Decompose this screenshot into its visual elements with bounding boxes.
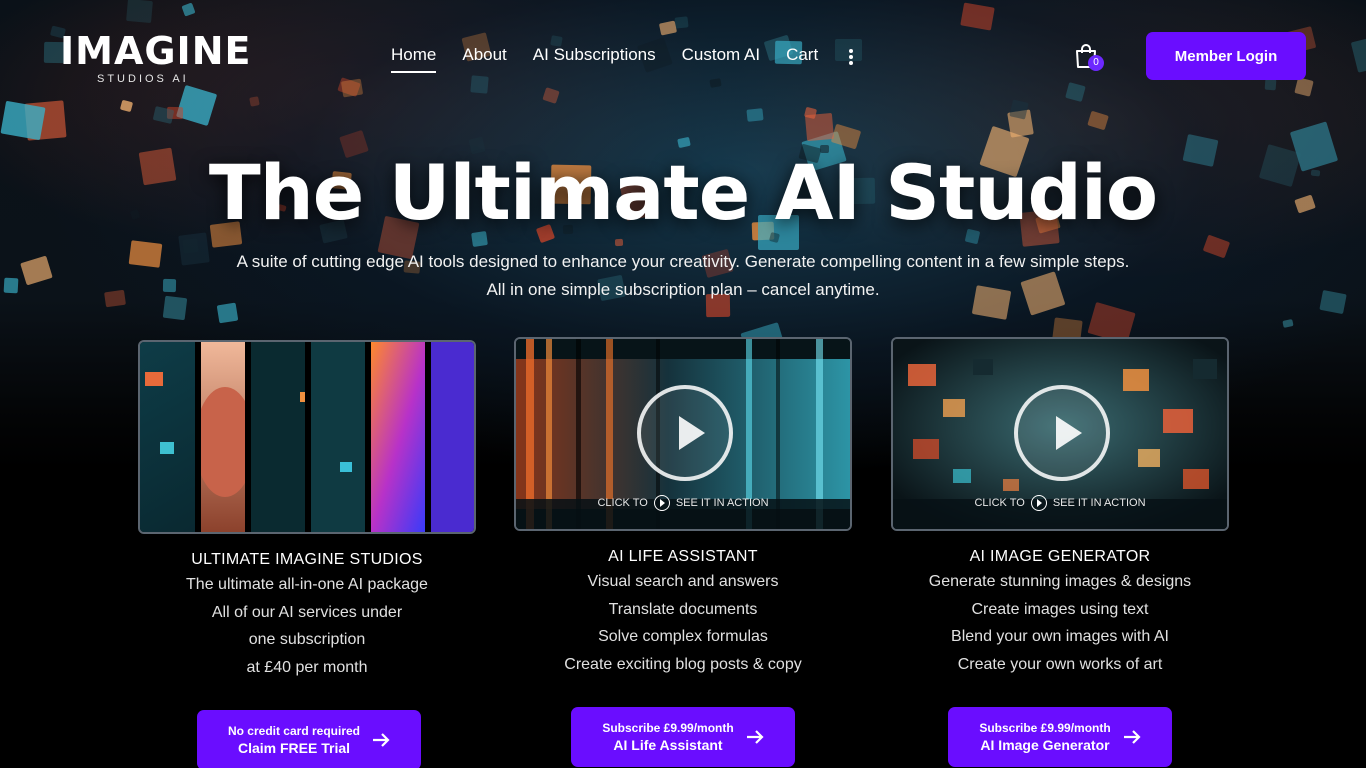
video-thumbnail[interactable]: CLICK TO SEE IT IN ACTION: [514, 337, 852, 531]
background-tile: [175, 85, 218, 127]
background-tile: [1009, 99, 1029, 120]
cta-main-text: AI Image Generator: [980, 736, 1110, 753]
caption-left: CLICK TO: [597, 497, 648, 509]
background-tile: [341, 78, 364, 98]
vertical-dots-icon[interactable]: [848, 49, 854, 65]
card-ultimate-studios: ULTIMATE IMAGINE STUDIOS The ultimate al…: [138, 340, 476, 681]
nav-ai-subscriptions[interactable]: AI Subscriptions: [533, 45, 656, 73]
card-feature: one subscription: [248, 631, 366, 648]
cart-button[interactable]: 0: [1074, 43, 1104, 73]
card-title: AI LIFE ASSISTANT: [608, 548, 758, 565]
background-tile: [126, 0, 153, 24]
background-tile: [542, 87, 560, 105]
card-feature: All of our AI services under: [211, 603, 403, 621]
background-tile: [1350, 34, 1366, 73]
cta-small-text: Subscribe £9.99/month: [979, 720, 1111, 735]
background-tile: [1282, 319, 1294, 329]
video-caption: CLICK TO SEE IT IN ACTION: [516, 495, 850, 511]
card-feature: Create images using text: [971, 600, 1149, 618]
caption-right: SEE IT IN ACTION: [1052, 497, 1146, 509]
background-tile: [1086, 110, 1109, 131]
background-tile: [20, 256, 53, 287]
card-feature: Solve complex formulas: [598, 628, 768, 645]
background-tile: [1294, 77, 1314, 97]
card-feature: Blend your own images with AI: [951, 628, 1169, 645]
card-feature-list: The ultimate all-in-one AI package All o…: [138, 571, 476, 681]
subscribe-life-assistant-button[interactable]: Subscribe £9.99/month AI Life Assistant: [571, 707, 795, 767]
background-tile: [746, 108, 764, 122]
logo[interactable]: IMAGINE STUDIOS AI: [60, 32, 250, 88]
background-tile: [1319, 290, 1347, 315]
video-caption: CLICK TO SEE IT IN ACTION: [893, 495, 1227, 511]
background-tile: [1264, 78, 1277, 91]
claim-free-trial-button[interactable]: No credit card required Claim FREE Trial: [197, 710, 421, 768]
card-title: AI IMAGE GENERATOR: [969, 548, 1151, 565]
background-tile: [470, 75, 490, 95]
caption-right: SEE IT IN ACTION: [675, 497, 769, 509]
background-tile: [3, 277, 19, 294]
background-tile: [163, 295, 188, 320]
card-feature: Generate stunning images & designs: [928, 573, 1192, 590]
card-feature-list: Visual search and answers Translate docu…: [514, 568, 852, 678]
background-tile: [119, 99, 134, 112]
subscribe-image-generator-button[interactable]: Subscribe £9.99/month AI Image Generator: [948, 707, 1172, 767]
background-tile: [677, 137, 691, 149]
nav-cart[interactable]: Cart: [786, 45, 818, 73]
background-tile: [128, 240, 163, 268]
logo-tagline: STUDIOS AI: [97, 73, 189, 85]
background-tile: [658, 20, 678, 36]
main-nav: Home About AI Subscriptions Custom AI Ca…: [391, 45, 844, 73]
cta-main-text: AI Life Assistant: [613, 736, 723, 753]
logo-wordmark: IMAGINE: [60, 29, 252, 73]
arrow-right-icon: [746, 730, 764, 744]
background-tile: [178, 232, 210, 266]
card-title: ULTIMATE IMAGINE STUDIOS: [191, 551, 423, 568]
background-tile: [709, 77, 722, 88]
card-feature-list: Generate stunning images & designs Creat…: [891, 568, 1229, 678]
card-feature: Create your own works of art: [957, 655, 1163, 673]
background-tile: [162, 278, 176, 292]
caption-left: CLICK TO: [974, 497, 1025, 509]
play-button[interactable]: [1014, 385, 1110, 481]
video-thumbnail[interactable]: CLICK TO SEE IT IN ACTION: [891, 337, 1229, 531]
arrow-right-icon: [1123, 730, 1141, 744]
member-login-button[interactable]: Member Login: [1146, 32, 1306, 80]
card-feature: The ultimate all-in-one AI package: [186, 576, 428, 593]
cta-small-text: Subscribe £9.99/month: [602, 720, 734, 735]
ai-collage-image: [140, 342, 474, 532]
nav-about[interactable]: About: [462, 45, 506, 73]
play-circle-icon: [1030, 495, 1047, 511]
background-tile: [674, 16, 689, 29]
background-tile: [216, 302, 238, 323]
background-tile: [1065, 82, 1086, 102]
background-tile: [104, 289, 127, 307]
background-tile: [0, 100, 46, 141]
card-feature: Create exciting blog posts & copy: [564, 655, 802, 673]
card-feature: Visual search and answers: [587, 573, 779, 590]
hero-title: The Ultimate AI Studio: [208, 148, 1158, 237]
card-ai-life-assistant: CLICK TO SEE IT IN ACTION AI LIFE ASSIST…: [514, 337, 852, 678]
nav-custom-ai[interactable]: Custom AI: [682, 45, 760, 73]
cta-small-text: No credit card required: [227, 723, 361, 738]
background-tile: [615, 239, 624, 246]
card-feature: Translate documents: [608, 600, 758, 618]
play-button[interactable]: [637, 385, 733, 481]
play-circle-icon: [653, 495, 670, 511]
background-tile: [248, 96, 259, 108]
arrow-right-icon: [373, 733, 390, 747]
card-image[interactable]: [138, 340, 476, 534]
background-tile: [152, 106, 175, 125]
background-tile: [181, 2, 196, 17]
nav-home[interactable]: Home: [391, 45, 437, 73]
hero-subtitle: A suite of cutting edge AI tools designe…: [236, 252, 1130, 299]
cta-main-text: Claim FREE Trial: [237, 739, 351, 756]
card-ai-image-generator: CLICK TO SEE IT IN ACTION AI IMAGE GENER…: [891, 337, 1229, 678]
background-tile: [960, 2, 995, 31]
card-feature: at £40 per month: [246, 658, 368, 676]
background-tile: [1203, 234, 1231, 259]
cart-count-badge: 0: [1088, 55, 1104, 71]
